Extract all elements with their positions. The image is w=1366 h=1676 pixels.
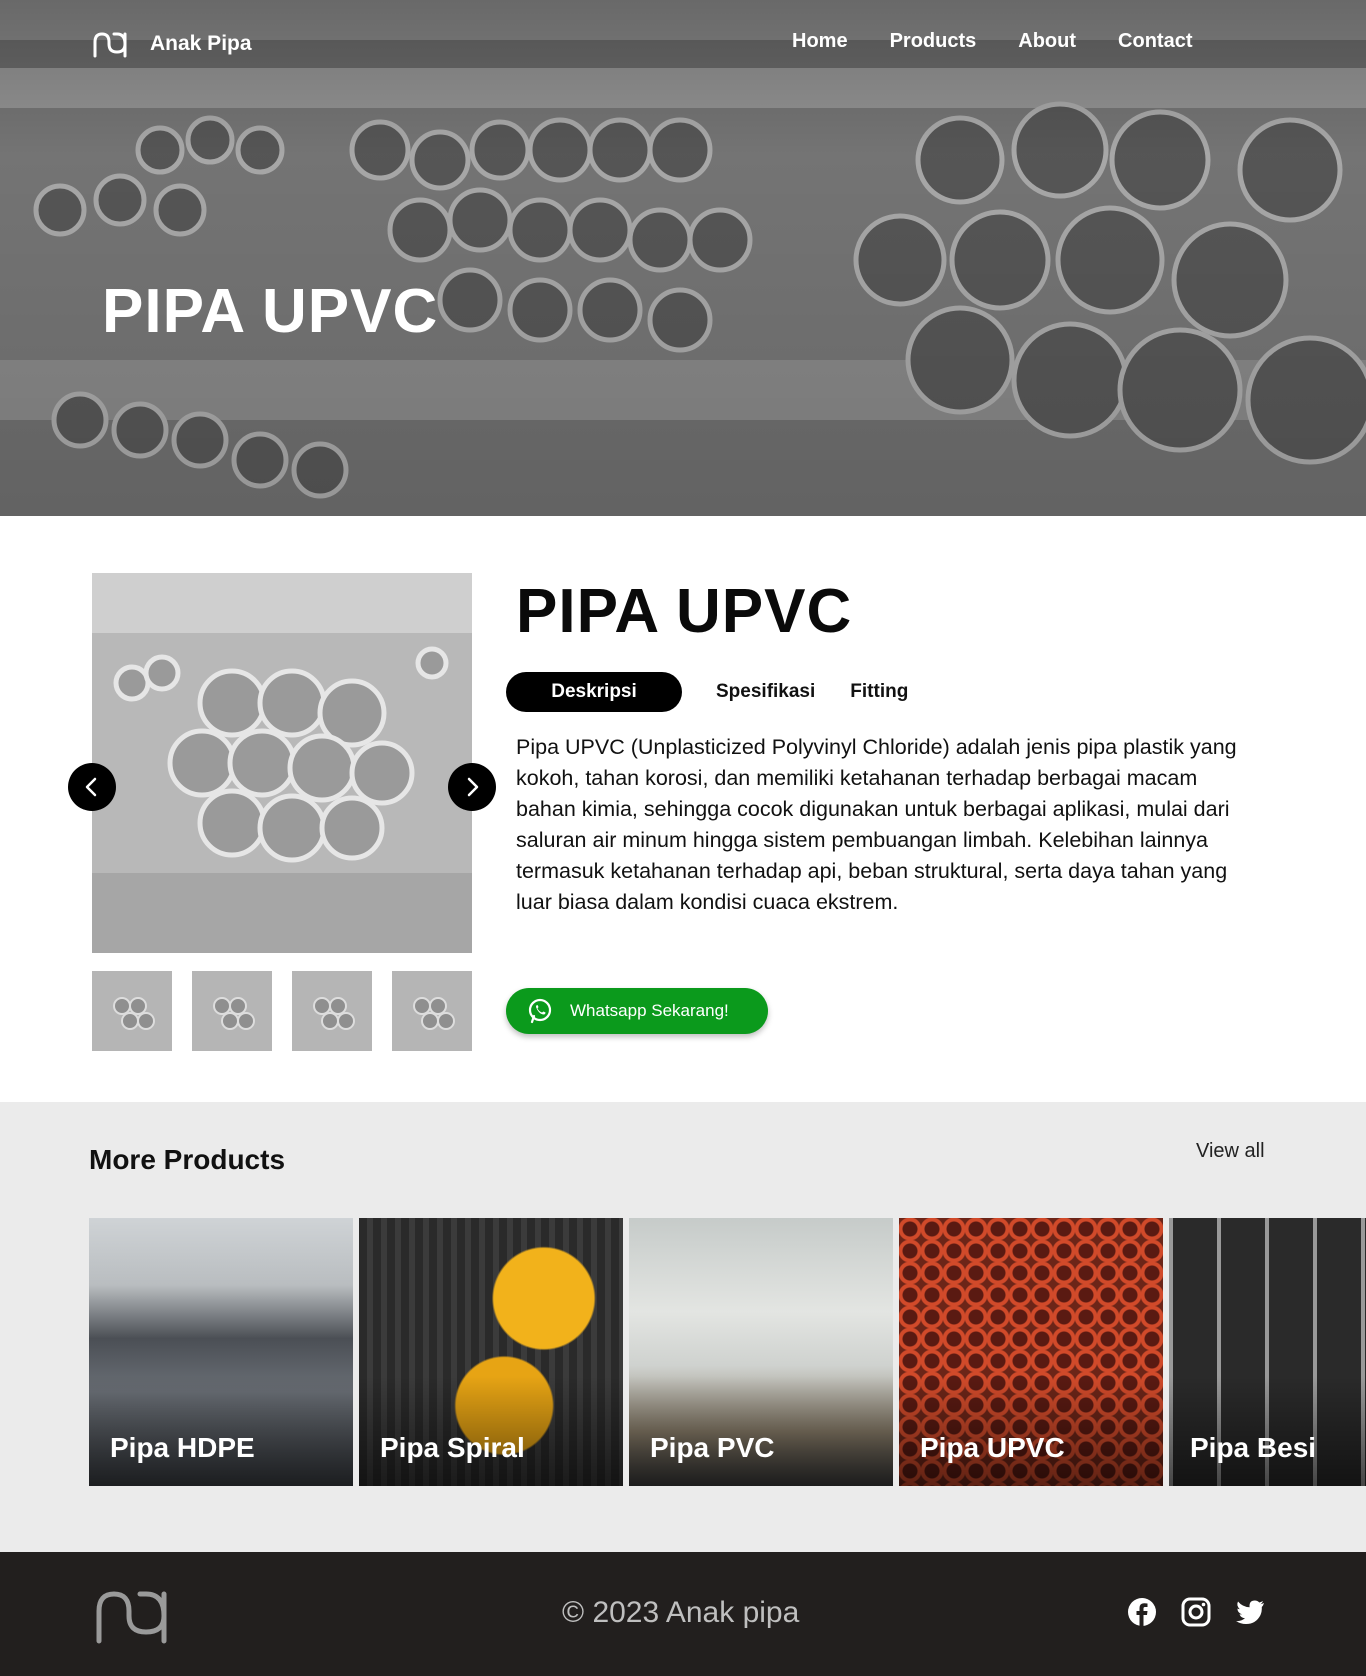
product-card-label: Pipa HDPE [110,1432,255,1463]
chevron-right-icon [467,777,479,797]
carousel-prev-button[interactable] [68,763,116,811]
top-navbar: Anak Pipa Home Products About Contact [0,26,1366,62]
instagram-icon [1181,1597,1211,1627]
whatsapp-button[interactable]: Whatsapp Sekarang! [506,988,768,1034]
product-description: Pipa UPVC (Unplasticized Polyvinyl Chlor… [516,735,1237,914]
product-tabs: Deskripsi Spesifikasi Fitting [506,672,908,712]
nav-products[interactable]: Products [890,30,977,53]
brand-name: Anak Pipa [150,32,252,55]
product-card-spiral[interactable]: Pipa Spiral [359,1218,623,1486]
nav-contact[interactable]: Contact [1118,30,1192,53]
product-card-label: Pipa UPVC [920,1432,1065,1463]
hero-overlay [0,0,1366,516]
facebook-icon [1128,1598,1156,1626]
footer: © 2023 Anak pipa [0,1552,1366,1676]
whatsapp-button-label: Whatsapp Sekarang! [570,1001,729,1020]
instagram-link[interactable] [1180,1596,1212,1628]
view-all-link[interactable]: View all [1196,1140,1265,1163]
tab-spesifikasi[interactable]: Spesifikasi [716,672,815,712]
product-main-image [92,573,472,953]
product-card-label: Pipa PVC [650,1432,775,1463]
product-title: PIPA UPVC [516,577,853,646]
footer-logo-icon [96,1591,167,1644]
nav-home[interactable]: Home [792,30,848,53]
nav-about[interactable]: About [1018,30,1076,53]
thumbnail-1[interactable] [92,971,172,1051]
more-products-section: More Products View all Pipa HDPE Pipa Sp… [0,1102,1366,1552]
product-card-label: Pipa Besi [1190,1432,1317,1463]
product-card-upvc[interactable]: Pipa UPVC [899,1218,1163,1486]
thumbnail-strip [92,971,472,1051]
thumbnail-4[interactable] [392,971,472,1051]
chevron-left-icon [85,777,97,797]
product-card-label: Pipa Spiral [380,1432,525,1463]
more-products-title: More Products [89,1144,286,1175]
product-card-besi[interactable]: Pipa Besi [1169,1218,1366,1486]
product-image-pipes [92,573,472,953]
product-detail: PIPA UPVC Deskripsi Spesifikasi Fitting … [0,516,1366,1102]
product-card-pvc[interactable]: Pipa PVC [629,1218,893,1486]
carousel-next-button[interactable] [448,763,496,811]
twitter-link[interactable] [1234,1596,1266,1628]
thumbnail-3[interactable] [292,971,372,1051]
tab-fitting[interactable]: Fitting [850,672,908,712]
product-card-hdpe[interactable]: Pipa HDPE [89,1218,353,1486]
nav-links: Home Products About Contact [792,30,1192,53]
anak-pipa-logo-icon [93,32,127,58]
brand-logo[interactable]: Anak Pipa [92,30,252,58]
tab-deskripsi[interactable]: Deskripsi [506,672,682,712]
facebook-link[interactable] [1126,1596,1158,1628]
product-cards: Pipa HDPE Pipa Spiral Pipa PVC Pipa UPVC… [89,1218,1366,1486]
whatsapp-icon [528,998,552,1024]
twitter-icon [1236,1600,1264,1624]
hero-title: PIPA UPVC [102,277,439,346]
copyright-text: © 2023 Anak pipa [562,1596,800,1629]
thumbnail-2[interactable] [192,971,272,1051]
hero-banner: Anak Pipa Home Products About Contact PI… [0,0,1366,516]
